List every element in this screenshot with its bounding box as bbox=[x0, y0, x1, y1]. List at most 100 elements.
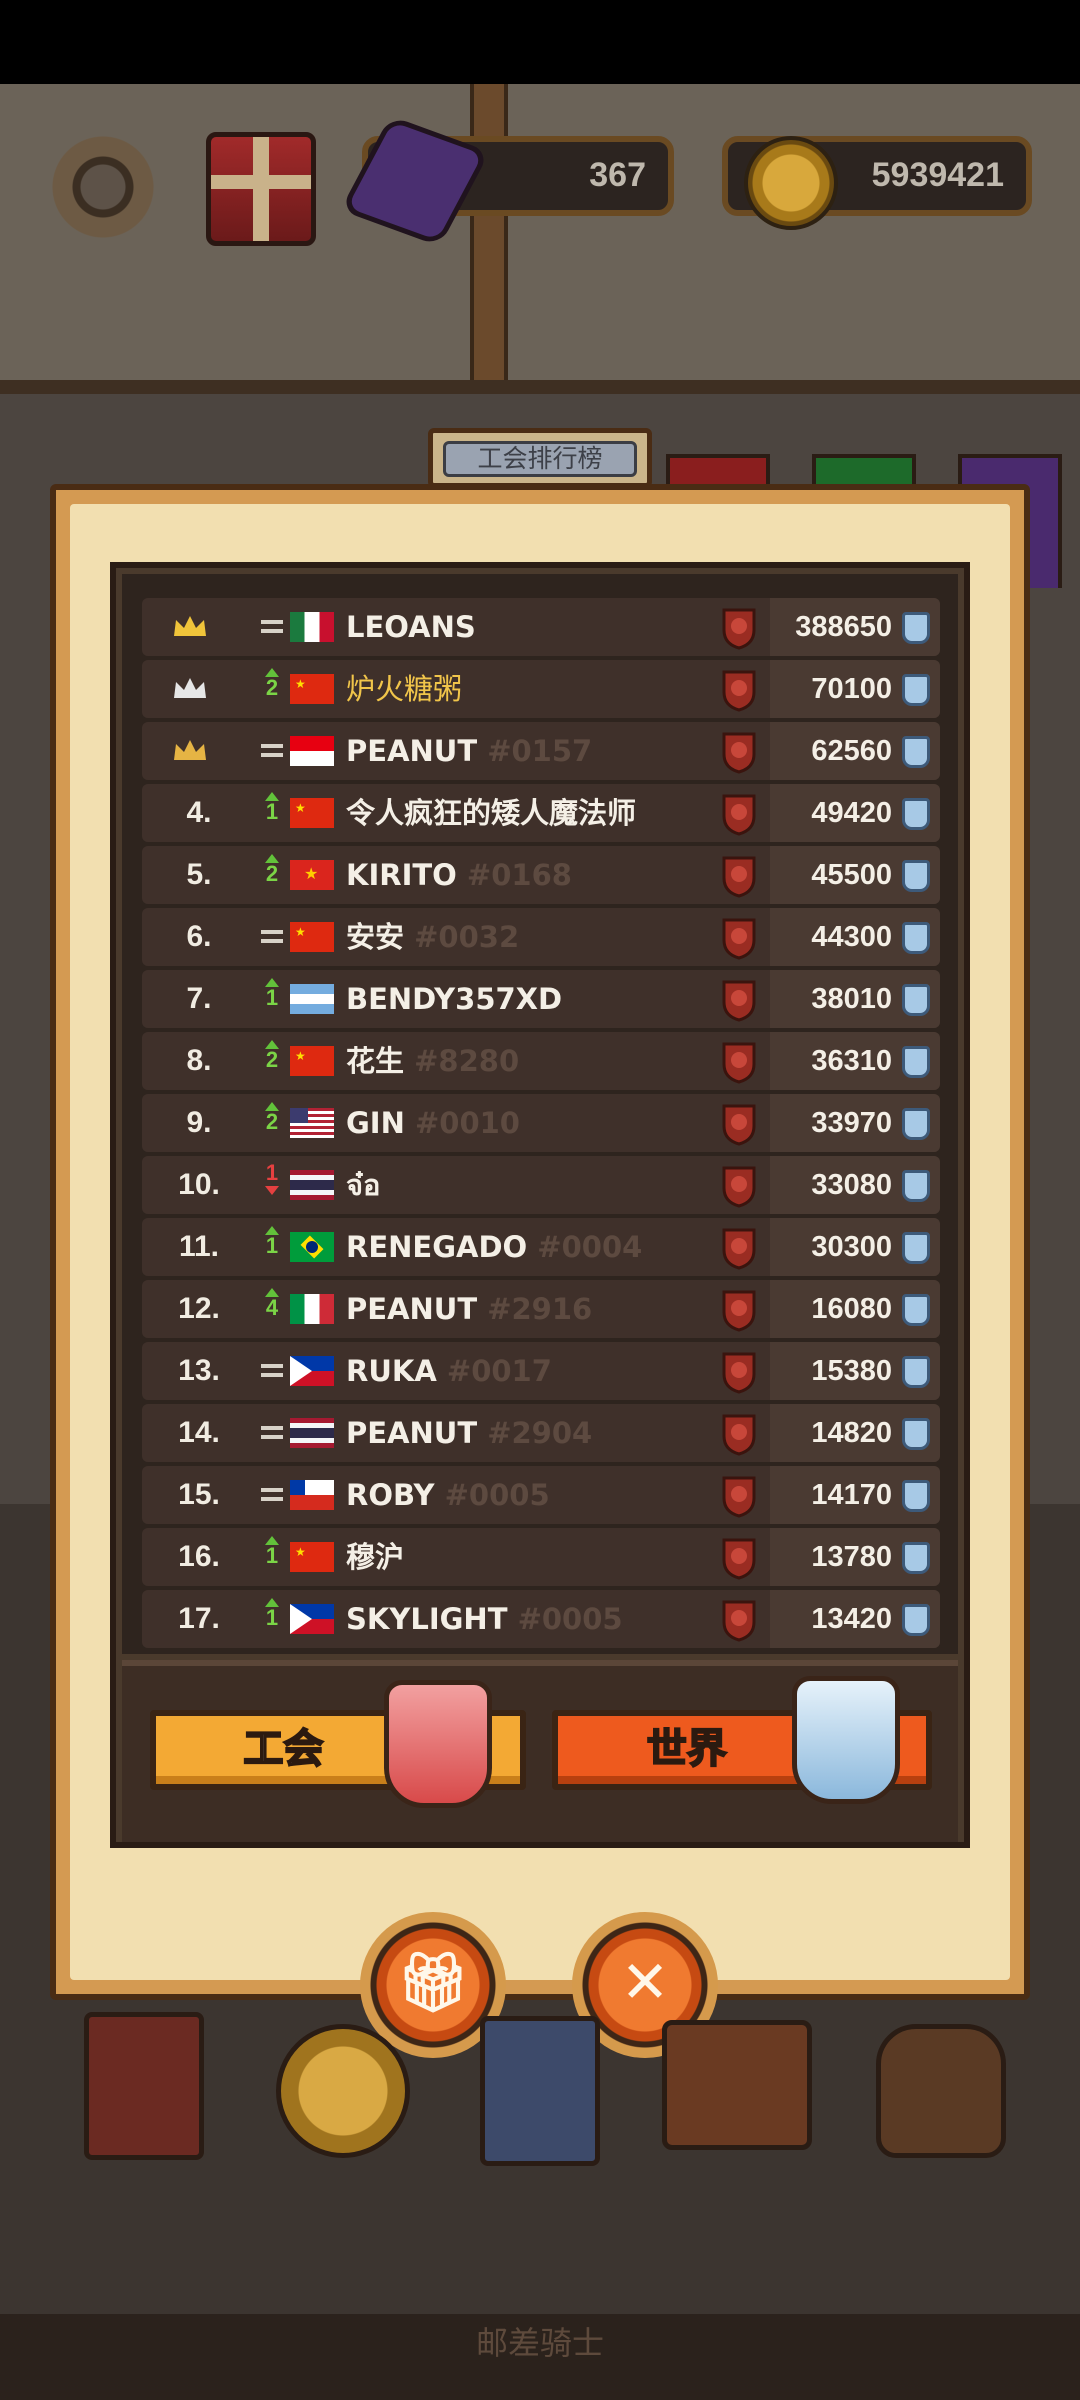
guild-shield-icon bbox=[720, 1412, 758, 1456]
world-shield-small-icon bbox=[902, 1170, 930, 1202]
gems-value: 367 bbox=[589, 156, 646, 194]
rank-number: 10. bbox=[178, 1168, 220, 1201]
rank-number: 13. bbox=[178, 1354, 220, 1387]
world-shield-small-icon bbox=[902, 1294, 930, 1326]
rank-unchanged-icon bbox=[252, 1342, 292, 1400]
table-row[interactable]: 15. ROBY #0005 14170 bbox=[142, 1466, 940, 1524]
rank-delta: 1 bbox=[265, 1543, 279, 1568]
player-name-text: PEANUT bbox=[346, 1292, 478, 1326]
guild-shield-icon bbox=[720, 1102, 758, 1146]
rank-number: 14. bbox=[178, 1416, 220, 1449]
rank-delta: 4 bbox=[265, 1295, 279, 1320]
player-name: PEANUT #2916 bbox=[346, 1280, 592, 1338]
score-value: 70100 bbox=[811, 673, 892, 705]
china-flag-icon: ★ bbox=[290, 922, 334, 952]
table-row[interactable]: 11. 1 RENEGADO #0004 30300 bbox=[142, 1218, 940, 1276]
gift-box-icon[interactable] bbox=[206, 132, 316, 246]
indonesia-flag-icon bbox=[290, 736, 334, 766]
chile-flag-icon bbox=[290, 1480, 334, 1510]
player-name: 穆沪 bbox=[346, 1528, 404, 1586]
score-value: 38010 bbox=[811, 983, 892, 1015]
settings-gear-icon[interactable] bbox=[48, 132, 158, 242]
thailand-flag-icon bbox=[290, 1170, 334, 1200]
score-cell: 49420 bbox=[770, 784, 940, 842]
table-row[interactable]: 4. 1 ★ 令人疯狂的矮人魔法师 49420 bbox=[142, 784, 940, 842]
rank-down-indicator: 1 bbox=[252, 1156, 292, 1214]
equals-icon bbox=[261, 930, 283, 934]
score-cell: 70100 bbox=[770, 660, 940, 718]
guild-shield-icon bbox=[384, 1680, 492, 1808]
score-cell: 388650 bbox=[770, 598, 940, 656]
rank-up-indicator: 2 bbox=[252, 660, 292, 718]
rank-up-indicator: 4 bbox=[252, 1280, 292, 1338]
score-cell: 30300 bbox=[770, 1218, 940, 1276]
treasure-pouch-icon[interactable] bbox=[876, 2024, 1006, 2158]
player-tag: #2904 bbox=[477, 1416, 593, 1450]
player-tag: #0010 bbox=[404, 1106, 520, 1140]
table-row[interactable]: 10. 1 จ๋อ 33080 bbox=[142, 1156, 940, 1214]
player-name-text: BENDY357XD bbox=[346, 982, 563, 1016]
score-cell: 14820 bbox=[770, 1404, 940, 1462]
guild-ranking-label: 工会 bbox=[242, 1725, 324, 1773]
rank-unchanged-icon bbox=[252, 1404, 292, 1462]
guild-shield-icon bbox=[720, 1226, 758, 1270]
score-value: 49420 bbox=[811, 797, 892, 829]
leaderboard-list[interactable]: LEOANS 388650 2 ★ 炉火糖粥 70100 PEANUT #0157 62560… bbox=[134, 598, 942, 1654]
italy-flag-icon bbox=[290, 1294, 334, 1324]
score-cell: 62560 bbox=[770, 722, 940, 780]
equals-icon bbox=[261, 1364, 283, 1368]
score-value: 62560 bbox=[811, 735, 892, 767]
rank-number: 11. bbox=[178, 1230, 220, 1263]
table-row[interactable]: LEOANS 388650 bbox=[142, 598, 940, 656]
guild-shield-icon bbox=[720, 854, 758, 898]
rank-number: 8. bbox=[186, 1044, 212, 1077]
table-row[interactable]: 16. 1 ★ 穆沪 13780 bbox=[142, 1528, 940, 1586]
card-deck-icon[interactable] bbox=[480, 2016, 600, 2166]
rank-delta: 2 bbox=[265, 1109, 279, 1134]
table-row[interactable]: 2 ★ 炉火糖粥 70100 bbox=[142, 660, 940, 718]
mexico-flag-icon bbox=[290, 612, 334, 642]
table-row[interactable]: 14. PEANUT #2904 14820 bbox=[142, 1404, 940, 1462]
satchel-icon[interactable] bbox=[662, 2020, 812, 2150]
spellbook-icon[interactable] bbox=[84, 2012, 204, 2160]
star-coin-icon[interactable] bbox=[276, 2024, 410, 2158]
china-flag-icon: ★ bbox=[290, 674, 334, 704]
table-row[interactable]: 8. 2 ★ 花生 #8280 36310 bbox=[142, 1032, 940, 1090]
player-name-text: 穆沪 bbox=[346, 1540, 405, 1574]
score-value: 15380 bbox=[811, 1355, 892, 1387]
player-tag: #0004 bbox=[527, 1230, 643, 1264]
world-shield-small-icon bbox=[902, 984, 930, 1016]
player-name-text: 炉火糖粥 bbox=[346, 672, 463, 706]
rank-number: 6. bbox=[186, 920, 212, 953]
world-shield-small-icon bbox=[902, 1418, 930, 1450]
player-tag: #0032 bbox=[404, 920, 520, 954]
player-tag: #0005 bbox=[507, 1602, 623, 1636]
table-row[interactable]: 6. ★ 安安 #0032 44300 bbox=[142, 908, 940, 966]
table-row[interactable]: 17. 1 SKYLIGHT #0005 13420 bbox=[142, 1590, 940, 1648]
rank-unchanged-icon bbox=[252, 908, 292, 966]
world-shield-small-icon bbox=[902, 1108, 930, 1140]
equals-icon bbox=[261, 744, 283, 748]
rank-delta: 2 bbox=[265, 675, 279, 700]
equals-icon bbox=[261, 620, 283, 624]
equals-icon bbox=[261, 1426, 283, 1430]
rank-up-indicator: 1 bbox=[252, 1218, 292, 1276]
score-value: 16080 bbox=[811, 1293, 892, 1325]
status-bar bbox=[0, 0, 1080, 84]
table-row[interactable]: PEANUT #0157 62560 bbox=[142, 722, 940, 780]
guild-shield-icon bbox=[720, 1598, 758, 1642]
table-row[interactable]: 9. 2 GIN #0010 33970 bbox=[142, 1094, 940, 1152]
world-shield-small-icon bbox=[902, 1480, 930, 1512]
table-row[interactable]: 5. 2 ★ KIRITO #0168 45500 bbox=[142, 846, 940, 904]
guild-shield-icon bbox=[720, 606, 758, 650]
world-shield-icon bbox=[792, 1676, 900, 1804]
rank-up-indicator: 2 bbox=[252, 1094, 292, 1152]
table-row[interactable]: 13. RUKA #0017 15380 bbox=[142, 1342, 940, 1400]
player-name: PEANUT #0157 bbox=[346, 722, 592, 780]
score-value: 44300 bbox=[811, 921, 892, 953]
player-name: PEANUT #2904 bbox=[346, 1404, 592, 1462]
score-value: 13780 bbox=[811, 1541, 892, 1573]
player-tag: #0168 bbox=[456, 858, 572, 892]
table-row[interactable]: 12. 4 PEANUT #2916 16080 bbox=[142, 1280, 940, 1338]
table-row[interactable]: 7. 1 BENDY357XD 38010 bbox=[142, 970, 940, 1028]
